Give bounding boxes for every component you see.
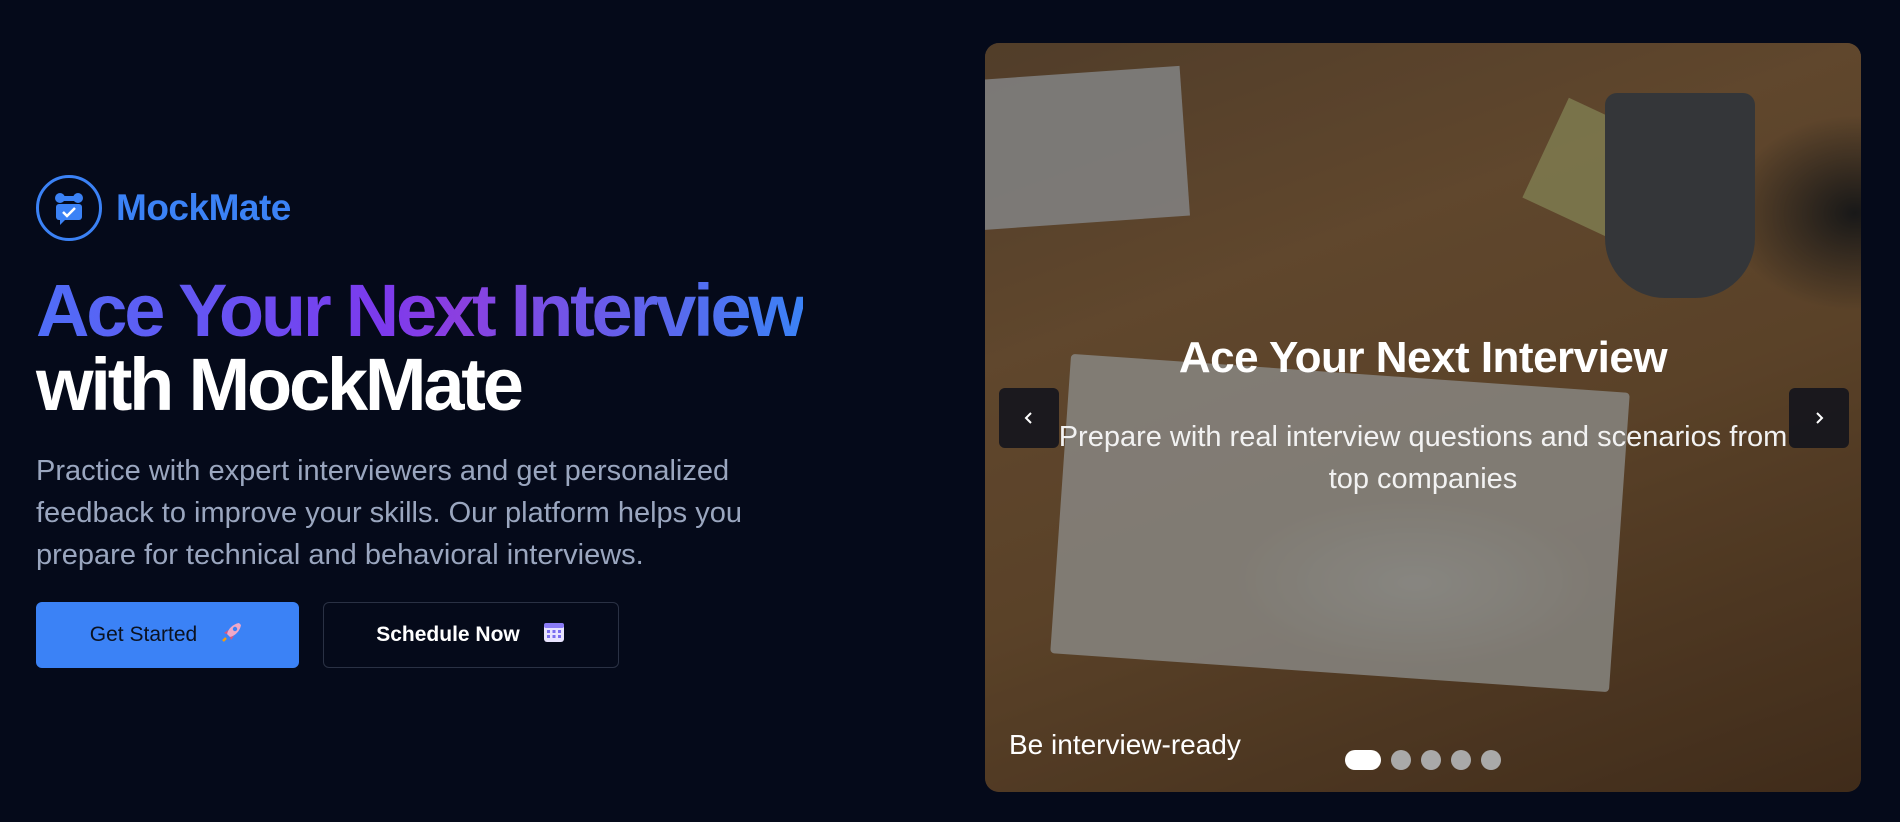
hero-actions: Get Started Schedule Now — [36, 602, 856, 668]
carousel-next-button[interactable] — [1789, 388, 1849, 448]
hero-section: MockMate Ace Your Next Interview with Mo… — [36, 172, 856, 668]
brand-name: MockMate — [116, 187, 291, 228]
schedule-now-button[interactable]: Schedule Now — [323, 602, 619, 668]
carousel-dot-5[interactable] — [1481, 750, 1501, 770]
schedule-now-label: Schedule Now — [376, 623, 520, 646]
chevron-left-icon — [1024, 412, 1032, 424]
carousel-dot-2[interactable] — [1391, 750, 1411, 770]
calendar-icon — [542, 620, 566, 650]
hero-description: Practice with expert interviewers and ge… — [36, 455, 742, 571]
hero-title-line2: with MockMate — [36, 343, 524, 426]
brand[interactable]: MockMate — [36, 172, 856, 244]
slide-title: Ace Your Next Interview — [1178, 333, 1668, 382]
get-started-button[interactable]: Get Started — [36, 602, 299, 668]
chevron-right-icon — [1816, 412, 1824, 424]
hero-carousel[interactable]: Ace Your Next Interview Prepare with rea… — [985, 43, 1861, 792]
get-started-label: Get Started — [89, 623, 198, 646]
carousel-dot-1[interactable] — [1345, 750, 1381, 770]
carousel-dot-3[interactable] — [1421, 750, 1441, 770]
carousel-dot-4[interactable] — [1451, 750, 1471, 770]
rocket-icon — [219, 619, 245, 651]
carousel-prev-button[interactable] — [999, 388, 1059, 448]
carousel-indicators — [1345, 750, 1501, 770]
robot-chat-icon — [36, 175, 102, 241]
hero-title: Ace Your Next Interview with MockMate — [36, 274, 856, 422]
hero-title-line1: Ace Your Next Interview — [36, 269, 806, 352]
slide-subtitle: Prepare with real interview questions an… — [1058, 421, 1788, 495]
slide-caption: Be interview-ready — [1009, 729, 1241, 760]
